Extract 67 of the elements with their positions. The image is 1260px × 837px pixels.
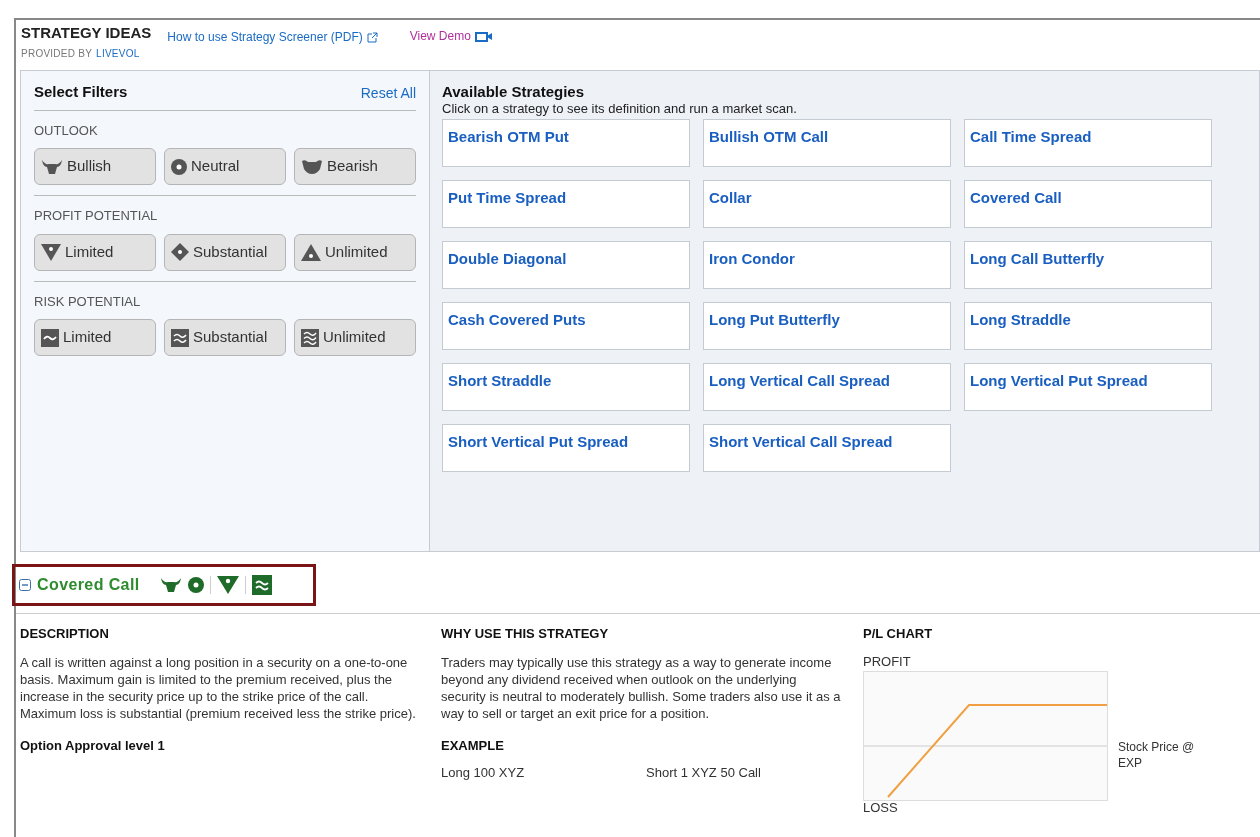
- description-text: A call is written against a long position in a security on a one-to-one basis. Maximum gain is limited to the premium received, plus the increase in the security price up to the strike price of the call. Maximum loss is substantial (premium received less the strike price).: [20, 653, 416, 722]
- wave-icon: [301, 328, 319, 347]
- filter-button[interactable]: Limited: [34, 233, 156, 271]
- why-heading: WHY USE THIS STRATEGY: [441, 625, 610, 643]
- approval-level: Option Approval level 1: [20, 736, 166, 755]
- collapse-icon[interactable]: [19, 578, 31, 591]
- strategy-link[interactable]: Long Vertical Call Spread: [703, 363, 951, 411]
- page-title: STRATEGY IDEAS: [21, 23, 152, 43]
- filters-title: Select Filters: [34, 82, 128, 102]
- wave-icon: [171, 328, 189, 347]
- strategy-link[interactable]: Call Time Spread: [964, 119, 1212, 167]
- reset-all-link[interactable]: Reset All: [360, 82, 416, 104]
- guide-link[interactable]: How to use Strategy Screener (PDF): [167, 28, 378, 46]
- example-leg: Long 100 XYZ: [441, 764, 526, 782]
- loss-label: LOSS: [863, 801, 899, 815]
- bull-icon: [159, 576, 182, 593]
- strategy-link[interactable]: Covered Call: [964, 180, 1212, 228]
- filter-button[interactable]: Bearish: [294, 148, 416, 185]
- down-triangle-icon: [216, 575, 239, 594]
- filter-button[interactable]: Substantial: [164, 319, 286, 356]
- up-triangle-icon: [301, 243, 321, 261]
- strategy-link[interactable]: Put Time Spread: [442, 180, 690, 228]
- strategy-link[interactable]: Long Straddle: [964, 302, 1212, 350]
- strategy-title: Covered Call: [37, 574, 140, 595]
- neutral-icon: [171, 158, 187, 175]
- wave-icon: [251, 574, 272, 595]
- strategy-link[interactable]: Iron Condor: [703, 241, 951, 289]
- why-text: Traders may typically use this strategy as a way to generate income beyond any dividend received when outlook on the underlying security is neutral to moderately bullish. Some traders also use it as a way to sell or target an exit price for a position.: [441, 653, 841, 722]
- bear-icon: [301, 158, 323, 175]
- strategy-link[interactable]: Cash Covered Puts: [442, 302, 690, 350]
- strategies-title: Available Strategies: [442, 83, 585, 101]
- profit-label: PROFIT: [863, 652, 912, 671]
- filter-button[interactable]: Bullish: [34, 148, 156, 185]
- filter-group-label: RISK POTENTIAL: [34, 292, 142, 311]
- chart-heading: P/L CHART: [863, 625, 934, 643]
- strategy-link[interactable]: Short Vertical Put Spread: [442, 424, 690, 472]
- example-heading: EXAMPLE: [441, 736, 505, 755]
- bull-icon: [41, 158, 63, 175]
- strategy-link[interactable]: Bullish OTM Call: [703, 119, 951, 167]
- filter-button[interactable]: Unlimited: [294, 319, 416, 356]
- filter-button[interactable]: Limited: [34, 319, 156, 356]
- filter-button[interactable]: Unlimited: [294, 233, 416, 271]
- strategy-link[interactable]: Collar: [703, 180, 951, 228]
- description-heading: DESCRIPTION: [20, 625, 110, 643]
- strategy-link[interactable]: Bearish OTM Put: [442, 119, 690, 167]
- strategies-subtitle: Click on a strategy to see its definition and run a market scan.: [442, 101, 798, 117]
- example-leg: Short 1 XYZ 50 Call: [646, 764, 761, 782]
- filter-button[interactable]: Neutral: [164, 148, 286, 185]
- strategy-link[interactable]: Short Straddle: [442, 363, 690, 411]
- provider-link[interactable]: LIVEVOL: [96, 45, 140, 61]
- stock-price-label: Stock Price @ EXP: [1118, 739, 1196, 771]
- strategy-link[interactable]: Double Diagonal: [442, 241, 690, 289]
- filter-group-label: OUTLOOK: [34, 121, 99, 140]
- wave-icon: [41, 328, 59, 347]
- strategy-link[interactable]: Long Vertical Put Spread: [964, 363, 1212, 411]
- external-link-icon: [366, 31, 378, 43]
- filter-button[interactable]: Substantial: [164, 233, 286, 271]
- neutral-icon: [187, 576, 204, 593]
- diamond-icon: [171, 243, 189, 261]
- demo-link[interactable]: View Demo: [409, 27, 493, 45]
- down-triangle-icon: [41, 243, 61, 261]
- video-camera-icon: [474, 30, 493, 42]
- filter-group-label: PROFIT POTENTIAL: [34, 207, 159, 225]
- strategy-link[interactable]: Short Vertical Call Spread: [703, 424, 951, 472]
- provided-by-label: PROVIDED BY: [21, 46, 93, 61]
- strategy-link[interactable]: Long Call Butterfly: [964, 241, 1212, 289]
- strategy-link[interactable]: Long Put Butterfly: [703, 302, 951, 350]
